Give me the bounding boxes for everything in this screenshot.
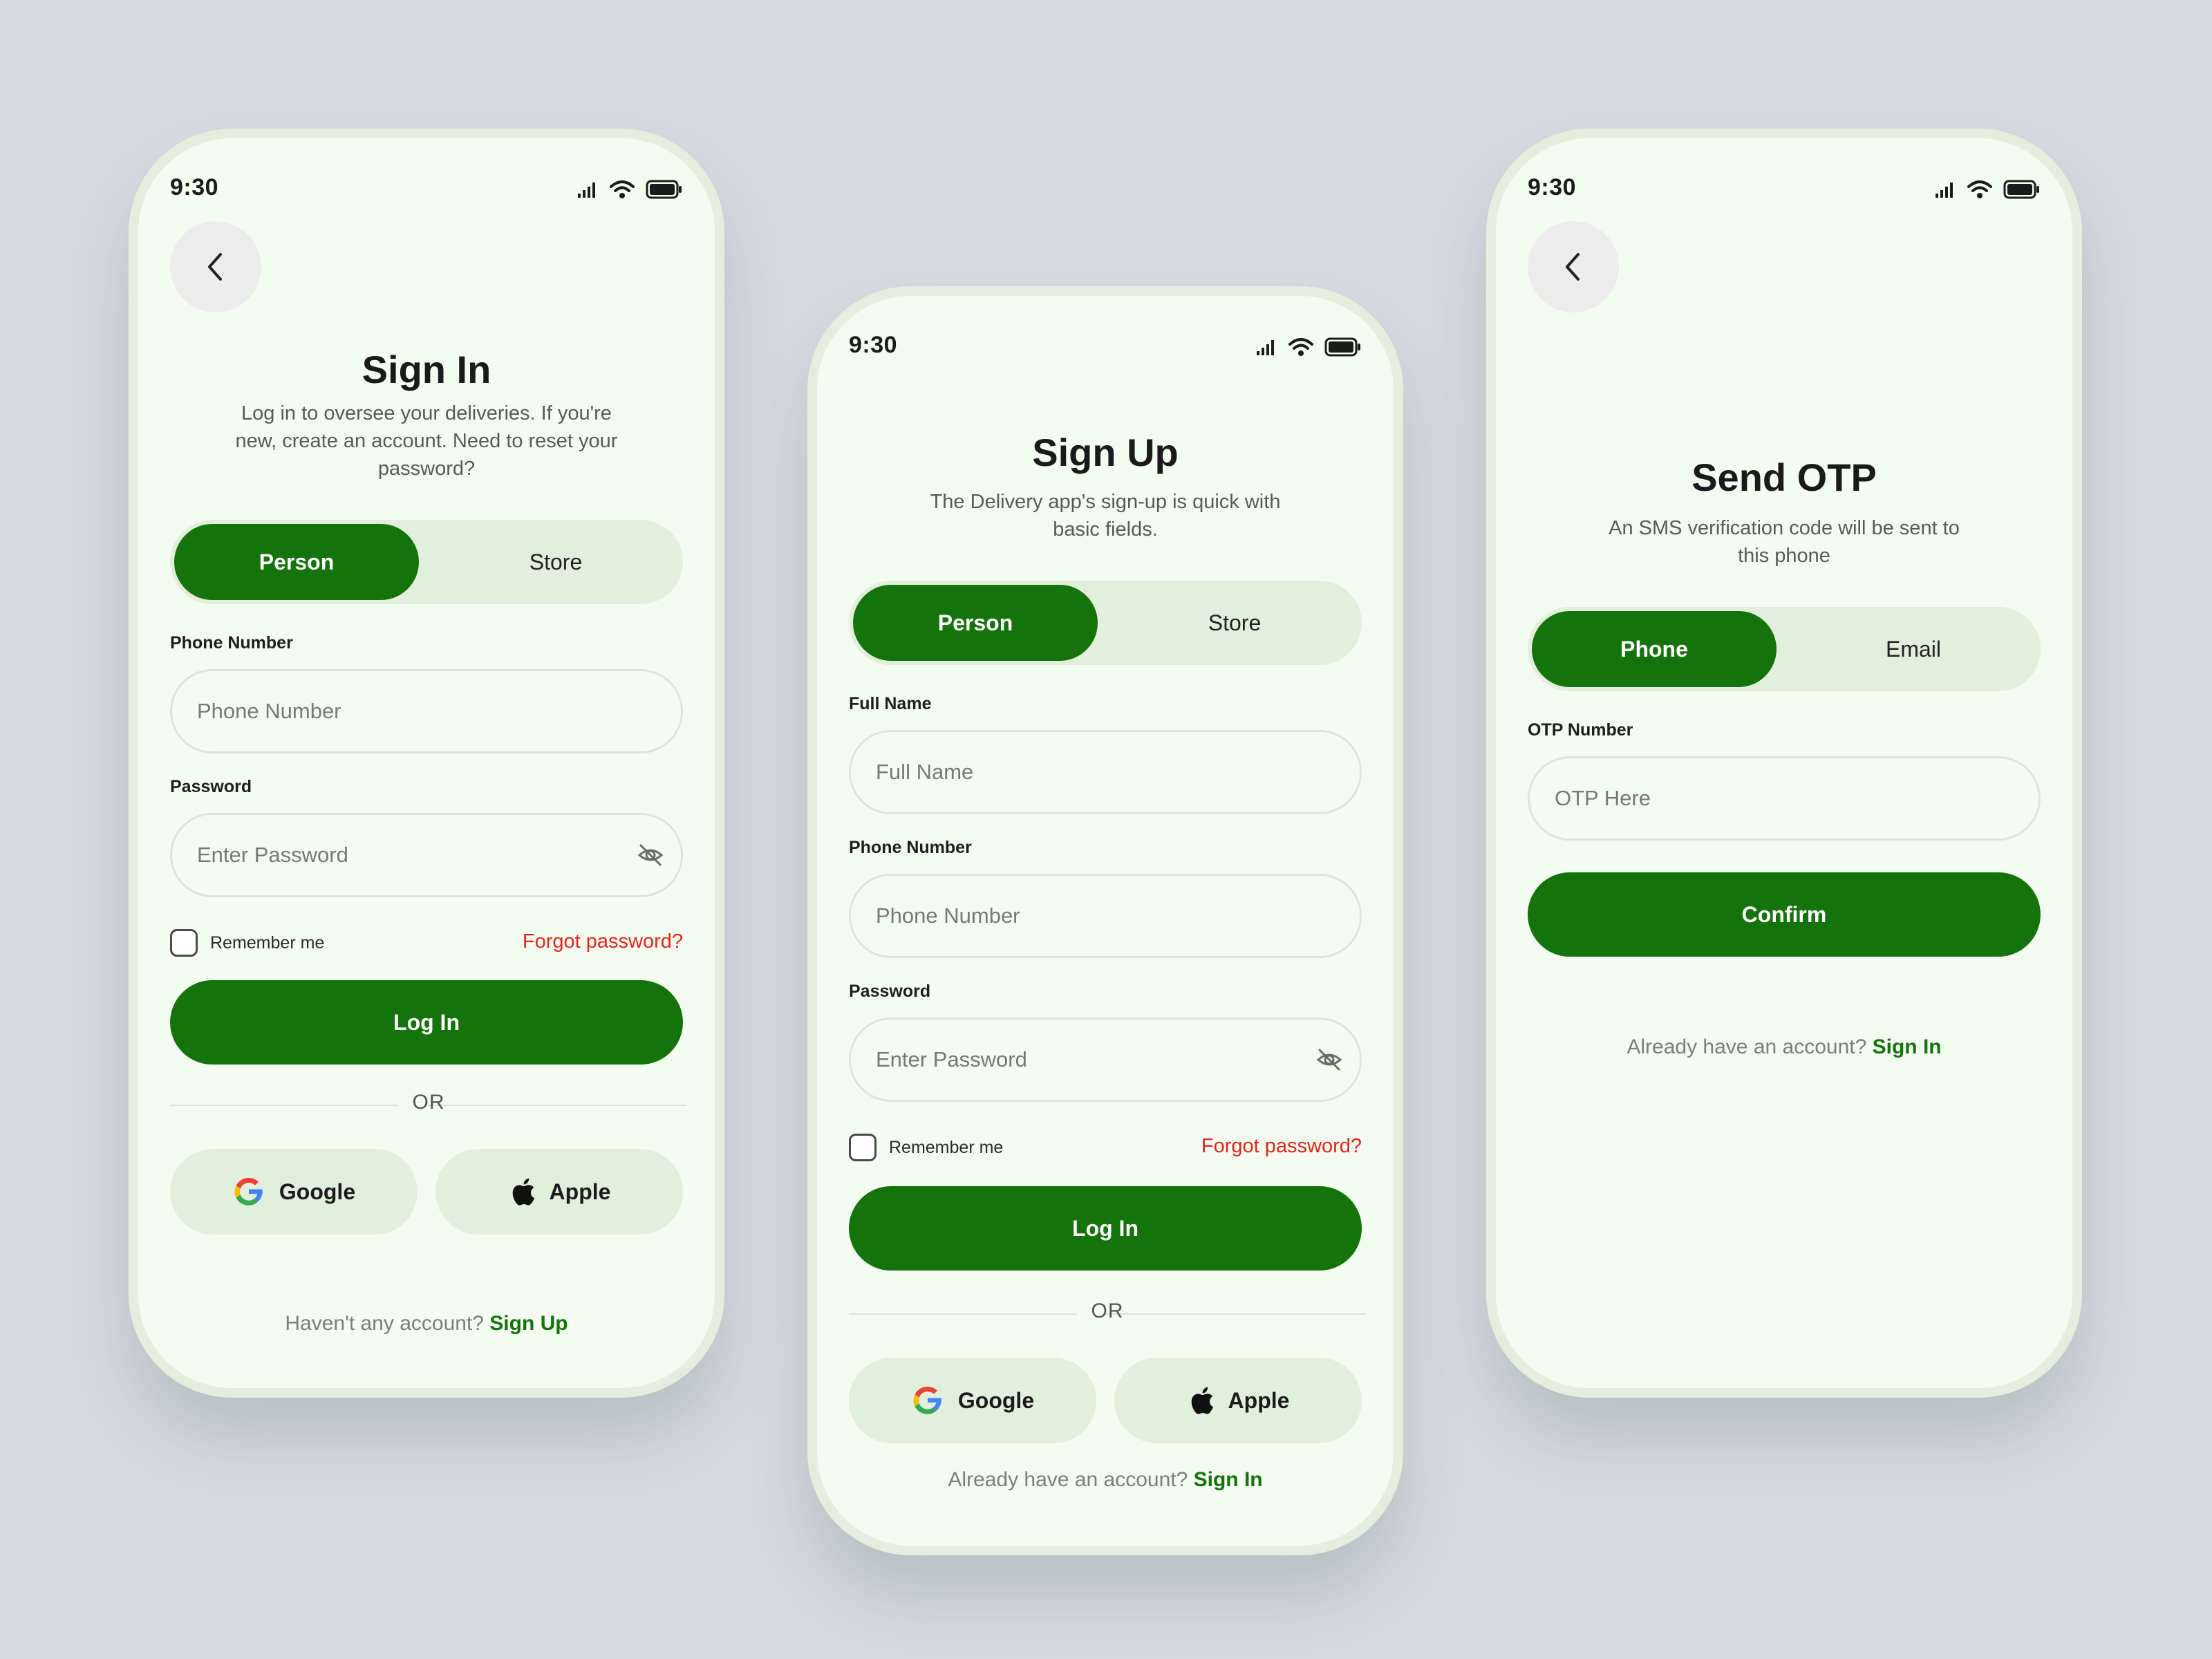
tab-store[interactable]: Store [433,524,679,600]
phone-signup: 9:30 Sign Up The Delivery app's sign-up … [807,286,1403,1555]
page-title: Sign Up [1032,431,1179,474]
account-type-toggle: Person Store [849,581,1362,665]
apple-button[interactable]: Apple [1114,1358,1362,1443]
eye-off-icon[interactable] [1315,1046,1343,1074]
status-bar: 9:30 [170,174,683,207]
otp-screen: 9:30 Send OTP An SMS verification code w… [1496,138,2072,1388]
eye-off-icon[interactable] [637,841,664,869]
back-button[interactable] [1528,221,1619,312]
password-label: Password [170,777,252,796]
remember-label: Remember me [210,932,325,953]
or-divider: OR [170,1091,687,1118]
battery-icon [1324,337,1360,357]
back-chevron-icon [1566,253,1580,281]
phone-otp: 9:30 Send OTP An SMS verification code w… [1486,129,2082,1398]
signal-icon [578,182,595,198]
page-title: Sign In [362,348,491,391]
or-text: OR [1091,1300,1124,1322]
phone-label: Phone Number [170,633,293,653]
or-text: OR [412,1091,445,1114]
remember-checkbox[interactable] [170,929,198,957]
password-placeholder: Enter Password [197,843,348,867]
phone-input[interactable]: Phone Number [849,874,1362,958]
verification-method-toggle: Phone Email [1528,607,2041,691]
full-name-input[interactable]: Full Name [849,730,1362,814]
remember-checkbox[interactable] [849,1134,877,1161]
page-subtitle: The Delivery app's sign-up is quick with… [930,491,1281,541]
login-button[interactable]: Log In [170,980,683,1065]
confirm-button[interactable]: Confirm [1528,872,2041,957]
wifi-icon [1288,338,1313,356]
google-icon [913,1386,941,1414]
status-time: 9:30 [170,174,219,200]
password-placeholder: Enter Password [876,1047,1027,1071]
status-time: 9:30 [849,332,898,358]
wifi-icon [1967,180,1992,198]
otp-label: OTP Number [1528,720,1633,740]
google-icon [234,1177,263,1206]
remember-label: Remember me [889,1137,1004,1157]
signin-prompt: Already have an account? Sign In [817,1468,1394,1492]
account-type-toggle: Person Store [170,520,683,604]
page-subtitle: An SMS verification code will be sent to… [1609,517,1960,567]
signal-icon [1936,182,1953,198]
google-label: Google [957,1387,1035,1413]
signin-screen: 9:30 Sign In Log in to oversee your deli… [138,138,715,1388]
page-subtitle: Log in to oversee your deliveries. If yo… [235,402,618,480]
otp-input[interactable]: OTP Here [1528,756,2041,841]
phone-placeholder: Phone Number [197,699,341,723]
forgot-password-link[interactable]: Forgot password? [523,930,683,953]
page-title: Send OTP [1691,456,1877,499]
status-bar: 9:30 [849,332,1362,365]
password-input[interactable]: Enter Password [849,1018,1362,1102]
apple-button[interactable]: Apple [435,1149,683,1235]
footer-text: Already have an account? [948,1468,1188,1491]
or-divider: OR [849,1300,1366,1327]
phone-placeholder: Phone Number [876,903,1020,928]
apple-label: Apple [549,1179,611,1204]
apple-icon [1191,1387,1213,1414]
forgot-password-link[interactable]: Forgot password? [1201,1135,1362,1158]
login-button[interactable]: Log In [849,1186,1362,1271]
tab-phone[interactable]: Phone [1532,611,1777,687]
apple-icon [512,1178,534,1206]
full-name-label: Full Name [849,694,932,713]
phone-signin: 9:30 Sign In Log in to oversee your deli… [129,129,724,1398]
signup-link[interactable]: Sign Up [489,1312,568,1335]
signup-prompt: Haven't any account? Sign Up [138,1312,715,1335]
battery-icon [646,180,682,199]
status-time: 9:30 [1528,174,1577,200]
battery-icon [2003,180,2039,199]
full-name-placeholder: Full Name [876,760,974,784]
footer-text: Haven't any account? [285,1312,484,1335]
signin-prompt: Already have an account? Sign In [1496,1035,2072,1059]
remember-me[interactable]: Remember me [170,929,324,957]
google-button[interactable]: Google [849,1358,1096,1443]
status-bar: 9:30 [1528,174,2041,207]
tab-person[interactable]: Person [853,585,1098,661]
signin-link[interactable]: Sign In [1873,1035,1942,1058]
footer-text: Already have an account? [1627,1035,1867,1058]
apple-label: Apple [1228,1387,1290,1413]
signal-icon [1257,340,1274,355]
signup-screen: 9:30 Sign Up The Delivery app's sign-up … [817,296,1394,1546]
password-label: Password [849,982,931,1001]
tab-email[interactable]: Email [1790,611,2036,687]
phone-input[interactable]: Phone Number [170,669,683,753]
back-chevron-icon [208,253,222,281]
tab-store[interactable]: Store [1112,585,1358,661]
remember-me[interactable]: Remember me [849,1134,1003,1161]
otp-placeholder: OTP Here [1555,786,1651,810]
signin-link[interactable]: Sign In [1194,1468,1263,1491]
password-input[interactable]: Enter Password [170,813,683,897]
phone-label: Phone Number [849,838,972,857]
wifi-icon [610,180,635,198]
tab-person[interactable]: Person [174,524,419,600]
back-button[interactable] [170,221,261,312]
google-button[interactable]: Google [170,1149,418,1235]
google-label: Google [279,1179,356,1204]
